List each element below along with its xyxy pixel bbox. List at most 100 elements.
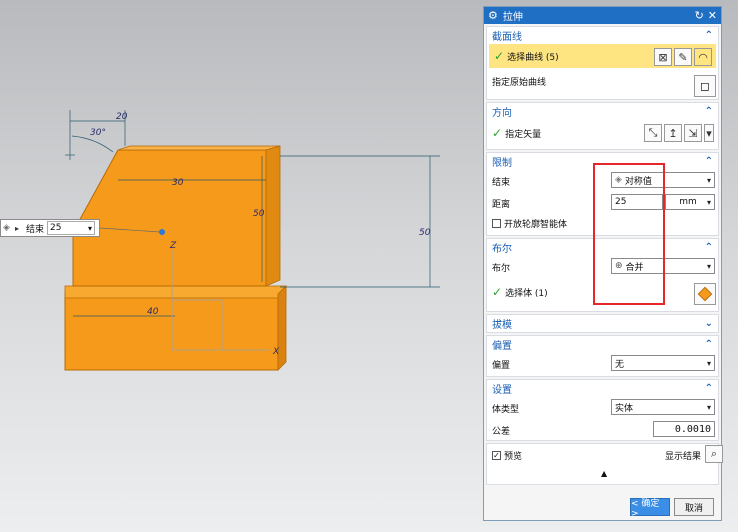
specify-curve-label: 指定原始曲线 [492, 77, 547, 88]
expand-chevron-icon[interactable]: ⌄ [705, 318, 713, 329]
offset-select[interactable]: 无 ▾ [611, 355, 715, 371]
section-curve-group: 截面线 ⌃ ✓ 选择曲线 (5) ⊠ ✎ ◠ 指定原始曲线 ◻ [486, 26, 719, 100]
dim-40: 40 [147, 307, 159, 317]
base-block-side[interactable] [277, 285, 287, 371]
extrude-front-face[interactable] [72, 149, 267, 287]
reverse-direction-icon[interactable]: ⤡ [644, 124, 662, 142]
settings-title: 设置 [492, 385, 512, 396]
offset-header[interactable]: 偏置 ⌃ [487, 336, 718, 353]
show-result-label[interactable]: 显示结果 [665, 449, 701, 462]
handle-point[interactable] [159, 229, 165, 235]
chevron-down-icon[interactable]: ▾ [707, 359, 711, 368]
distance-unit: mm [679, 197, 697, 207]
chevron-down-icon[interactable]: ▾ [704, 124, 714, 142]
tolerance-value: 0.0010 [674, 423, 711, 435]
graphics-viewport[interactable]: 20 30° 30 50 50 40 Z X [0, 0, 482, 532]
end-label: 结束 [492, 177, 511, 188]
dim-30: 30 [172, 178, 184, 188]
chevron-down-icon[interactable]: ▾ [707, 176, 711, 185]
base-block-top-strip[interactable] [64, 285, 287, 299]
chevron-down-icon[interactable]: ▾ [707, 403, 711, 412]
open-profile-label: 开放轮廓智能体 [504, 219, 568, 230]
floating-end-input[interactable]: ◈ ▸ 结束 25 ▾ [0, 219, 100, 237]
offset-group: 偏置 ⌃ 偏置 无 ▾ [486, 335, 719, 377]
settings-header[interactable]: 设置 ⌃ [487, 380, 718, 397]
direction-header[interactable]: 方向 ⌃ [487, 103, 718, 120]
limits-title: 限制 [492, 158, 512, 169]
curve-icon[interactable]: ◠ [694, 48, 712, 66]
sketch-icon[interactable]: ✎ [674, 48, 692, 66]
origin-curve-icon[interactable]: ◻ [694, 75, 716, 97]
offset-title: 偏置 [492, 341, 512, 352]
check-icon: ✓ [492, 126, 503, 140]
expand-up-icon[interactable]: ▲ [601, 469, 607, 478]
section-curve-header[interactable]: 截面线 ⌃ [487, 27, 718, 44]
ok-button[interactable]: < 确定 > [630, 498, 670, 519]
direction-title: 方向 [492, 108, 512, 119]
dim-angle-30: 30° [90, 128, 106, 138]
cancel-button[interactable]: 取消 [674, 498, 714, 516]
body-type-select[interactable]: 实体 ▾ [611, 399, 715, 415]
check-icon: ✓ [492, 285, 503, 299]
annotation-highlight-box [593, 163, 665, 305]
tolerance-input[interactable]: 0.0010 [653, 421, 715, 437]
check-icon: ✓ [494, 49, 505, 63]
floating-end-label: 结束 [26, 224, 45, 235]
dialog-title: 拉伸 [502, 12, 523, 23]
section-curve-title: 截面线 [492, 32, 522, 43]
dim-50-outer: 50 [419, 228, 431, 238]
specify-vector-label: 指定矢量 [505, 129, 542, 140]
collapse-chevron-icon[interactable]: ⌃ [705, 383, 713, 394]
axis-z-label: Z [169, 241, 177, 251]
model-view[interactable]: 20 30° 30 50 50 40 Z X [0, 0, 482, 532]
extrude-side-face[interactable] [265, 145, 281, 287]
collapse-chevron-icon[interactable]: ⌃ [705, 156, 713, 167]
extrude-top-face[interactable] [117, 145, 281, 151]
body-type-label: 体类型 [492, 404, 520, 415]
collapse-chevron-icon[interactable]: ⌃ [705, 339, 713, 350]
chevron-right-icon[interactable]: ▸ [15, 224, 23, 233]
body-type-value: 实体 [615, 403, 634, 414]
preview-checkbox[interactable]: ✓ [492, 450, 501, 460]
preview-label: 预览 [504, 451, 523, 462]
chevron-down-icon[interactable]: ▾ [707, 198, 711, 207]
select-body-label: 选择体 (1) [505, 288, 548, 299]
magnifier-icon[interactable]: ⌕ [705, 445, 723, 463]
deselect-icon[interactable]: ⊠ [654, 48, 672, 66]
collapse-chevron-icon[interactable]: ⌃ [705, 30, 713, 41]
distance-label: 距离 [492, 199, 511, 210]
draft-title: 拔模 [492, 320, 512, 331]
distance-unit-select[interactable]: mm ▾ [665, 194, 715, 210]
collapse-chevron-icon[interactable]: ⌃ [705, 106, 713, 117]
floating-end-value-field[interactable]: 25 ▾ [47, 221, 96, 235]
select-curve-label: 选择曲线 (5) [507, 52, 559, 63]
draft-header[interactable]: 拔模 ⌄ [487, 315, 718, 332]
vector-dialog-icon[interactable]: ⇲ [684, 124, 702, 142]
offset-label: 偏置 [492, 360, 511, 371]
close-icon[interactable]: ✕ [708, 9, 717, 22]
draft-group: 拔模 ⌄ [486, 314, 719, 333]
preview-group: ✓ 预览 显示结果 ⌕ ▲ [486, 443, 723, 485]
dim-20: 20 [116, 112, 128, 122]
direction-group: 方向 ⌃ ✓ 指定矢量 ⤡ ↥ ⇲ ▾ [486, 102, 719, 150]
gear-icon[interactable]: ⚙ [488, 9, 498, 22]
open-profile-checkbox[interactable] [492, 218, 501, 228]
offset-select-value: 无 [615, 359, 625, 370]
boolean-title: 布尔 [492, 244, 512, 255]
collapse-chevron-icon[interactable]: ⌃ [705, 242, 713, 253]
boolean-label: 布尔 [492, 263, 511, 274]
symmetric-value-icon: ◈ [3, 223, 10, 233]
vector-icon[interactable]: ↥ [664, 124, 682, 142]
chevron-down-icon[interactable]: ▾ [88, 224, 92, 233]
floating-end-value: 25 [50, 223, 62, 233]
specify-curve-row[interactable]: 指定原始曲线 [487, 68, 718, 94]
base-block-front[interactable] [64, 293, 279, 371]
solid-body-icon[interactable] [694, 283, 716, 305]
axis-x-label: X [272, 347, 280, 357]
settings-group: 设置 ⌃ 体类型 实体 ▾ 公差 0.0010 [486, 379, 719, 441]
tolerance-label: 公差 [492, 426, 511, 437]
reset-icon[interactable]: ↻ [695, 9, 704, 22]
dialog-titlebar[interactable]: ⚙ 拉伸 ↻ ✕ [484, 7, 721, 24]
dim-50-inner: 50 [253, 209, 265, 219]
chevron-down-icon[interactable]: ▾ [707, 262, 711, 271]
